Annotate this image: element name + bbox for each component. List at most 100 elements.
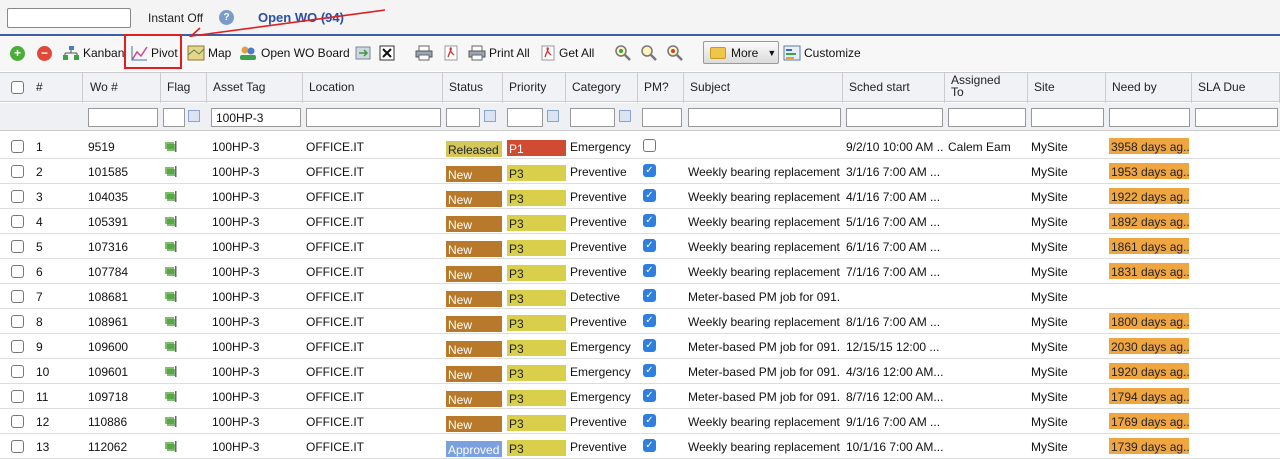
- zoom-in-button[interactable]: [640, 41, 658, 65]
- flag-icon[interactable]: [164, 191, 178, 202]
- add-button[interactable]: +: [10, 41, 25, 65]
- col-header-num[interactable]: #: [30, 73, 83, 103]
- table-row[interactable]: 12 110886 100HP-3 OFFICE.IT New P3 Preve…: [0, 409, 1280, 434]
- filter-menu-icon[interactable]: [484, 110, 496, 122]
- table-row[interactable]: 6 107784 100HP-3 OFFICE.IT New P3 Preven…: [0, 259, 1280, 284]
- flag-icon[interactable]: [164, 341, 178, 352]
- table-row[interactable]: 2 101585 100HP-3 OFFICE.IT New P3 Preven…: [0, 159, 1280, 184]
- pm-checkbox[interactable]: ✓: [643, 389, 656, 402]
- pm-checkbox[interactable]: ✓: [643, 214, 656, 227]
- filter-menu-icon[interactable]: [547, 110, 559, 122]
- flag-icon[interactable]: [164, 166, 178, 177]
- table-row[interactable]: 10 109601 100HP-3 OFFICE.IT New P3 Emerg…: [0, 359, 1280, 384]
- row-select-checkbox[interactable]: [11, 290, 24, 303]
- pm-checkbox[interactable]: ✓: [643, 264, 656, 277]
- print-button[interactable]: [415, 41, 433, 65]
- filter-menu-icon[interactable]: [619, 110, 631, 122]
- row-select-checkbox[interactable]: [11, 440, 24, 453]
- zoom-out-button[interactable]: [666, 41, 684, 65]
- table-row[interactable]: 13 112062 100HP-3 OFFICE.IT Approved P3 …: [0, 434, 1280, 459]
- wo-number[interactable]: 108961: [88, 315, 128, 329]
- filter-location[interactable]: [306, 108, 441, 127]
- pdf-button[interactable]: [443, 41, 459, 65]
- flag-icon[interactable]: [164, 441, 178, 452]
- col-header-category[interactable]: Category: [566, 73, 638, 103]
- col-header-subject[interactable]: Subject: [684, 73, 843, 103]
- select-all-checkbox[interactable]: [11, 81, 24, 94]
- map-button[interactable]: Map: [187, 41, 231, 65]
- open-wo-board-button[interactable]: Open WO Board: [238, 41, 350, 65]
- col-header-asset-tag[interactable]: Asset Tag: [207, 73, 303, 103]
- pm-checkbox[interactable]: ✓: [643, 339, 656, 352]
- filter-flag[interactable]: [163, 108, 185, 127]
- col-header-wo[interactable]: Wo #: [84, 73, 161, 103]
- row-select-checkbox[interactable]: [11, 215, 24, 228]
- filter-sched-start[interactable]: [846, 108, 943, 127]
- row-select-checkbox[interactable]: [11, 365, 24, 378]
- filter-subject[interactable]: [688, 108, 841, 127]
- flag-icon[interactable]: [164, 391, 178, 402]
- get-all-button[interactable]: Get All: [540, 41, 594, 65]
- filter-status[interactable]: [446, 108, 480, 127]
- wo-number[interactable]: 101585: [88, 165, 128, 179]
- pm-checkbox[interactable]: ✓: [643, 314, 656, 327]
- row-select-checkbox[interactable]: [11, 390, 24, 403]
- row-select-checkbox[interactable]: [11, 265, 24, 278]
- flag-icon[interactable]: [164, 266, 178, 277]
- wo-number[interactable]: 109600: [88, 340, 128, 354]
- filter-pm[interactable]: [642, 108, 682, 127]
- kanban-button[interactable]: Kanban: [62, 41, 124, 65]
- wo-number[interactable]: 105391: [88, 215, 128, 229]
- filter-wo[interactable]: [88, 108, 158, 127]
- table-row[interactable]: 1 9519 100HP-3 OFFICE.IT Released P1 Eme…: [0, 134, 1280, 159]
- filter-assigned-to[interactable]: [948, 108, 1026, 127]
- table-row[interactable]: 3 104035 100HP-3 OFFICE.IT New P3 Preven…: [0, 184, 1280, 209]
- pm-checkbox[interactable]: ✓: [643, 164, 656, 177]
- filter-category[interactable]: [570, 108, 615, 127]
- table-row[interactable]: 5 107316 100HP-3 OFFICE.IT New P3 Preven…: [0, 234, 1280, 259]
- wo-number[interactable]: 110886: [88, 415, 127, 429]
- row-select-checkbox[interactable]: [11, 340, 24, 353]
- wo-number[interactable]: 107316: [88, 240, 128, 254]
- flag-icon[interactable]: [164, 216, 178, 227]
- pm-checkbox[interactable]: ✓: [643, 239, 656, 252]
- pm-checkbox[interactable]: ✓: [643, 439, 656, 452]
- filter-site[interactable]: [1031, 108, 1104, 127]
- refresh-button[interactable]: [355, 41, 371, 65]
- col-header-site[interactable]: Site: [1028, 73, 1106, 103]
- row-select-checkbox[interactable]: [11, 190, 24, 203]
- row-select-checkbox[interactable]: [11, 240, 24, 253]
- pm-checkbox[interactable]: ✓: [643, 414, 656, 427]
- col-header-assigned-to[interactable]: Assigned To: [945, 73, 1028, 103]
- filter-sla-due[interactable]: [1195, 108, 1278, 127]
- print-all-button[interactable]: Print All: [468, 41, 530, 65]
- row-select-checkbox[interactable]: [11, 415, 24, 428]
- row-select-checkbox[interactable]: [11, 165, 24, 178]
- filter-asset-tag[interactable]: 100HP-3: [211, 108, 301, 127]
- table-row[interactable]: 7 108681 100HP-3 OFFICE.IT New P3 Detect…: [0, 284, 1280, 309]
- col-header-sla-due[interactable]: SLA Due: [1192, 73, 1280, 103]
- wo-number[interactable]: 109601: [88, 365, 128, 379]
- wo-number[interactable]: 9519: [88, 140, 115, 154]
- row-select-checkbox[interactable]: [11, 140, 24, 153]
- wo-number[interactable]: 109718: [88, 390, 128, 404]
- col-header-location[interactable]: Location: [303, 73, 443, 103]
- wo-number[interactable]: 108681: [88, 290, 128, 304]
- filter-menu-icon[interactable]: [188, 110, 200, 122]
- col-header-sched-start[interactable]: Sched start: [843, 73, 945, 103]
- delete-button[interactable]: −: [37, 41, 52, 65]
- wo-number[interactable]: 107784: [88, 265, 128, 279]
- pm-checkbox[interactable]: ✓: [643, 189, 656, 202]
- flag-icon[interactable]: [164, 416, 178, 427]
- zoom-reset-button[interactable]: [614, 41, 632, 65]
- flag-icon[interactable]: [164, 291, 178, 302]
- col-header-priority[interactable]: Priority: [503, 73, 566, 103]
- filter-priority[interactable]: [507, 108, 543, 127]
- flag-icon[interactable]: [164, 241, 178, 252]
- table-row[interactable]: 9 109600 100HP-3 OFFICE.IT New P3 Emerge…: [0, 334, 1280, 359]
- pm-checkbox[interactable]: [643, 139, 656, 152]
- table-row[interactable]: 11 109718 100HP-3 OFFICE.IT New P3 Emerg…: [0, 384, 1280, 409]
- col-header-pm[interactable]: PM?: [638, 73, 684, 103]
- flag-icon[interactable]: [164, 316, 178, 327]
- col-header-flag[interactable]: Flag: [161, 73, 207, 103]
